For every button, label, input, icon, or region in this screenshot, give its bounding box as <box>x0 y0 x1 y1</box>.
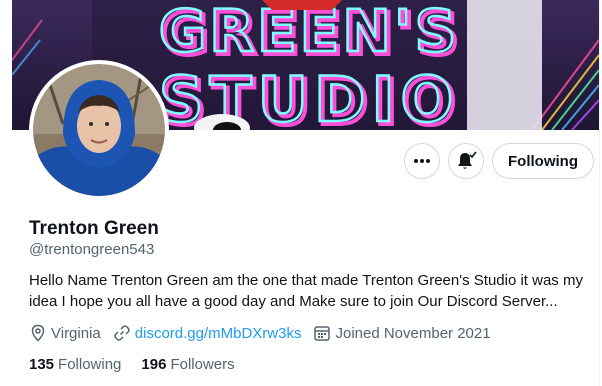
followers-stat[interactable]: 196 Followers <box>141 356 234 373</box>
joined-text: Joined November 2021 <box>335 324 491 342</box>
profile-stats: 135 Following 196 Followers <box>29 356 255 373</box>
link-icon <box>114 325 130 341</box>
calendar-icon <box>314 326 331 341</box>
followers-label: Followers <box>170 356 235 373</box>
followers-count: 196 <box>141 356 167 373</box>
location-pin-icon <box>31 324 45 342</box>
profile-bio: Hello Name Trenton Green am the one that… <box>29 272 583 310</box>
avatar-photo <box>33 64 165 196</box>
profile-avatar[interactable] <box>29 60 169 200</box>
location-item: Virginia <box>29 324 101 342</box>
joined-item: Joined November 2021 <box>313 324 491 342</box>
column-divider <box>599 0 600 386</box>
display-name: Trenton Green <box>29 218 159 239</box>
more-icon <box>414 159 430 163</box>
location-text: Virginia <box>51 324 101 342</box>
website-link[interactable]: discord.gg/mMbDXrw3ks <box>135 325 302 342</box>
following-count: 135 <box>29 356 55 373</box>
following-stat[interactable]: 135 Following <box>29 356 121 373</box>
bell-icon <box>458 151 477 169</box>
more-button[interactable] <box>404 143 440 179</box>
following-button[interactable]: Following <box>492 143 594 179</box>
website-item: discord.gg/mMbDXrw3ks <box>113 324 302 342</box>
left-gutter <box>0 0 12 386</box>
profile-meta: Virginia discord.gg/mMbDXrw3ks Joined No… <box>29 323 503 343</box>
user-handle: @trentongreen543 <box>29 241 155 258</box>
following-label: Following <box>58 356 122 373</box>
notifications-button[interactable] <box>448 143 484 179</box>
